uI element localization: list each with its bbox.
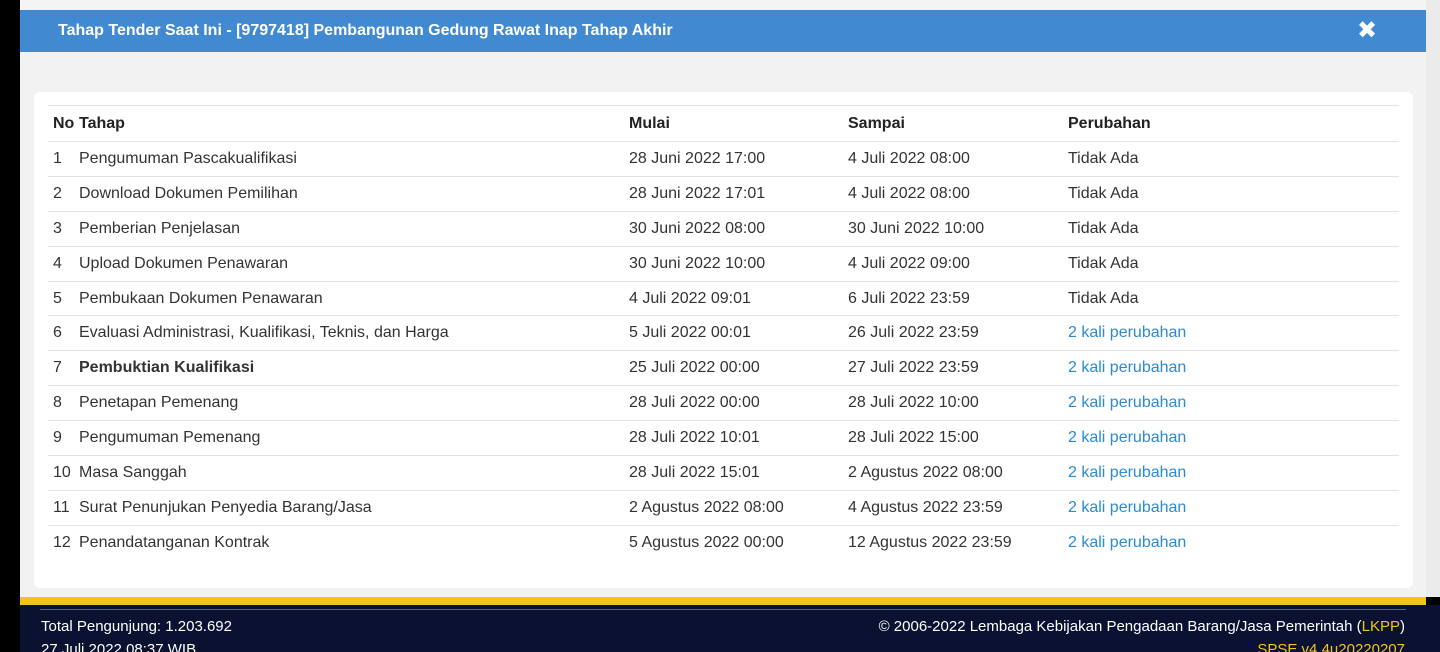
tender-stage-modal: Tahap Tender Saat Ini - [9797418] Pemban… <box>20 0 1426 597</box>
header-perubahan: Perubahan <box>1068 114 1151 132</box>
row-sampai: 27 Juli 2022 23:59 <box>848 359 979 377</box>
row-perubahan: Tidak Ada <box>1068 254 1139 272</box>
row-mulai: 30 Juni 2022 08:00 <box>629 219 766 237</box>
site-footer: Total Pengunjung: 1.203.692 27 Juli 2022… <box>20 605 1440 652</box>
row-sampai: 4 Agustus 2022 23:59 <box>848 498 1003 516</box>
row-no: 4 <box>53 254 62 272</box>
row-no: 12 <box>53 533 71 551</box>
row-tahap: Pemberian Penjelasan <box>79 219 240 237</box>
row-mulai: 2 Agustus 2022 08:00 <box>629 498 784 516</box>
modal-top-strip <box>20 0 1426 10</box>
row-sampai: 12 Agustus 2022 23:59 <box>848 533 1012 551</box>
row-tahap: Penetapan Pemenang <box>79 394 239 412</box>
row-perubahan: Tidak Ada <box>1068 184 1139 202</box>
row-mulai: 28 Juli 2022 10:01 <box>629 429 760 447</box>
row-no: 5 <box>53 289 62 307</box>
change-history-link[interactable]: 2 kali perubahan <box>1068 324 1186 341</box>
row-tahap: Penandatanganan Kontrak <box>79 533 270 551</box>
footer-datetime: 27 Juli 2022 08:37 WIB <box>41 641 197 652</box>
table-row: 3 Pemberian Penjelasan 30 Juni 2022 08:0… <box>48 211 1399 247</box>
table-row: 6 Evaluasi Administrasi, Kualifikasi, Te… <box>48 316 1399 351</box>
row-mulai: 28 Juli 2022 15:01 <box>629 463 760 481</box>
change-history-link[interactable]: 2 kali perubahan <box>1068 499 1186 516</box>
backdrop-left <box>0 0 20 652</box>
row-no: 8 <box>53 394 62 412</box>
row-sampai: 6 Juli 2022 23:59 <box>848 289 970 307</box>
footer-divider <box>40 609 1406 610</box>
table-row: 5 Pembukaan Dokumen Penawaran 4 Juli 202… <box>48 281 1399 316</box>
row-sampai: 2 Agustus 2022 08:00 <box>848 463 1003 481</box>
header-sampai: Sampai <box>848 114 905 132</box>
app-version: SPSE v4.4u20220207 <box>1257 641 1405 652</box>
row-perubahan: Tidak Ada <box>1068 219 1139 237</box>
row-tahap: Pengumuman Pemenang <box>79 429 261 447</box>
row-tahap: Pengumuman Pascakualifikasi <box>79 149 297 167</box>
stage-table-panel: No Tahap Mulai Sampai Perubahan 1 Pengum… <box>34 92 1413 588</box>
row-sampai: 4 Juli 2022 08:00 <box>848 149 970 167</box>
row-mulai: 28 Juli 2022 00:00 <box>629 394 760 412</box>
change-history-link[interactable]: 2 kali perubahan <box>1068 359 1186 376</box>
row-perubahan: Tidak Ada <box>1068 289 1139 307</box>
row-sampai: 30 Juni 2022 10:00 <box>848 219 985 237</box>
stage-table: No Tahap Mulai Sampai Perubahan 1 Pengum… <box>48 105 1399 560</box>
row-mulai: 5 Agustus 2022 00:00 <box>629 533 784 551</box>
table-row: 8 Penetapan Pemenang 28 Juli 2022 00:00 … <box>48 386 1399 421</box>
row-mulai: 5 Juli 2022 00:01 <box>629 324 751 342</box>
row-sampai: 4 Juli 2022 09:00 <box>848 254 970 272</box>
footer-accent-bar <box>20 597 1426 605</box>
visitor-count: Total Pengunjung: 1.203.692 <box>41 618 232 635</box>
header-no: No <box>53 114 75 132</box>
table-header-row: No Tahap Mulai Sampai Perubahan <box>48 105 1399 142</box>
row-tahap: Download Dokumen Pemilihan <box>79 184 298 202</box>
row-mulai: 28 Juni 2022 17:00 <box>629 149 766 167</box>
change-history-link[interactable]: 2 kali perubahan <box>1068 394 1186 411</box>
row-sampai: 4 Juli 2022 08:00 <box>848 184 970 202</box>
table-row: 4 Upload Dokumen Penawaran 30 Juni 2022 … <box>48 246 1399 282</box>
row-no: 3 <box>53 219 62 237</box>
row-sampai: 26 Juli 2022 23:59 <box>848 324 979 342</box>
row-mulai: 25 Juli 2022 00:00 <box>629 359 760 377</box>
row-perubahan: Tidak Ada <box>1068 149 1139 167</box>
row-mulai: 4 Juli 2022 09:01 <box>629 289 751 307</box>
modal-header: Tahap Tender Saat Ini - [9797418] Pemban… <box>20 10 1426 52</box>
row-tahap: Evaluasi Administrasi, Kualifikasi, Tekn… <box>79 324 449 342</box>
change-history-link[interactable]: 2 kali perubahan <box>1068 464 1186 481</box>
table-row: 12 Penandatanganan Kontrak 5 Agustus 202… <box>48 525 1399 560</box>
header-mulai: Mulai <box>629 114 670 132</box>
row-no: 7 <box>53 359 62 377</box>
copyright-suffix: ) <box>1400 618 1405 635</box>
change-history-link[interactable]: 2 kali perubahan <box>1068 534 1186 551</box>
scrollbar-track[interactable] <box>1426 0 1440 597</box>
copyright-text: © 2006-2022 Lembaga Kebijakan Pengadaan … <box>878 618 1362 635</box>
table-row: 9 Pengumuman Pemenang 28 Juli 2022 10:01… <box>48 421 1399 456</box>
row-no: 6 <box>53 324 62 342</box>
row-sampai: 28 Juli 2022 15:00 <box>848 429 979 447</box>
row-tahap-current: Pembuktian Kualifikasi <box>79 359 255 377</box>
close-icon[interactable]: ✖ <box>1356 19 1378 43</box>
row-no: 1 <box>53 149 62 167</box>
table-row-current: 7 Pembuktian Kualifikasi 25 Juli 2022 00… <box>48 351 1399 386</box>
row-mulai: 30 Juni 2022 10:00 <box>629 254 766 272</box>
row-no: 9 <box>53 429 62 447</box>
row-sampai: 28 Juli 2022 10:00 <box>848 394 979 412</box>
row-no: 10 <box>53 463 71 481</box>
row-tahap: Surat Penunjukan Penyedia Barang/Jasa <box>79 498 372 516</box>
header-tahap: Tahap <box>79 114 125 132</box>
table-row: 1 Pengumuman Pascakualifikasi 28 Juni 20… <box>48 142 1399 177</box>
table-row: 11 Surat Penunjukan Penyedia Barang/Jasa… <box>48 490 1399 526</box>
row-tahap: Pembukaan Dokumen Penawaran <box>79 289 323 307</box>
modal-title: Tahap Tender Saat Ini - [9797418] Pemban… <box>58 22 673 39</box>
table-row: 2 Download Dokumen Pemilihan 28 Juni 202… <box>48 176 1399 212</box>
row-no: 2 <box>53 184 62 202</box>
footer-copyright: © 2006-2022 Lembaga Kebijakan Pengadaan … <box>879 618 1405 635</box>
table-row: 10 Masa Sanggah 28 Juli 2022 15:01 2 Agu… <box>48 456 1399 491</box>
row-tahap: Masa Sanggah <box>79 463 187 481</box>
row-no: 11 <box>53 498 70 516</box>
row-mulai: 28 Juni 2022 17:01 <box>629 184 766 202</box>
change-history-link[interactable]: 2 kali perubahan <box>1068 429 1186 446</box>
lkpp-link[interactable]: LKPP <box>1362 618 1400 635</box>
row-tahap: Upload Dokumen Penawaran <box>79 254 289 272</box>
